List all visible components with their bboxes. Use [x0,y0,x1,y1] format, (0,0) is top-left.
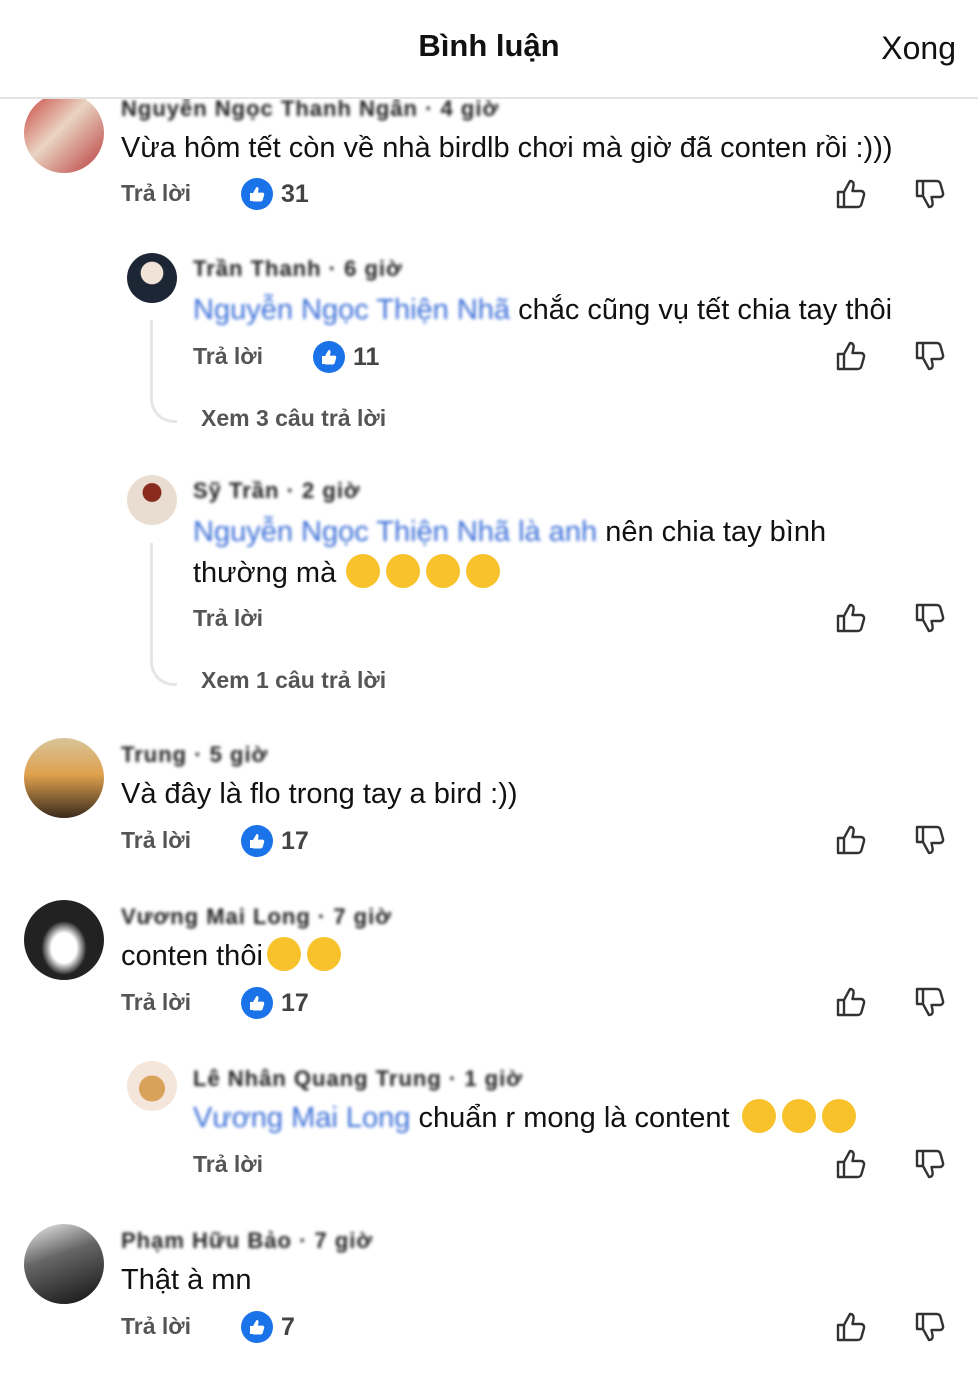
avatar[interactable] [127,253,177,303]
thumbs-up-icon[interactable] [834,1147,868,1181]
commenter-name[interactable]: Trần Thanh · 6 giờ [193,256,403,282]
comment-text: Vương Mai Long chuẩn r mong là content [193,1098,856,1139]
avatar[interactable] [127,475,177,525]
thumbs-down-icon[interactable] [913,1147,947,1181]
comment-text: Và đây là flo trong tay a bird :)) [121,778,518,810]
comment-text: Nguyễn Ngọc Thiện Nhã chắc cũng vụ tết c… [193,294,893,326]
thumbs-up-icon[interactable] [834,339,868,373]
reply-button[interactable]: Trả lời [121,1313,191,1340]
like-icon [241,1311,273,1343]
like-count[interactable]: 17 [241,986,309,1020]
like-icon [241,987,273,1019]
thumbs-up-icon[interactable] [834,601,868,635]
crying-emoji-icon [741,1099,776,1133]
mention-link[interactable]: Nguyễn Ngọc Thiện Nhã là anh [193,516,605,548]
done-button[interactable]: Xong [881,30,956,67]
thumbs-up-icon[interactable] [834,823,868,857]
thumbs-down-icon[interactable] [913,177,947,211]
reply-button[interactable]: Trả lời [193,1151,263,1178]
like-count[interactable]: 11 [313,340,379,374]
like-count[interactable]: 7 [241,1310,295,1344]
thread-line [150,543,177,686]
thumbs-down-icon[interactable] [913,823,947,857]
like-count[interactable]: 31 [241,177,309,211]
avatar[interactable] [24,738,104,818]
thumbs-up-icon[interactable] [834,1310,868,1344]
thumbs-down-icon[interactable] [913,985,947,1019]
reply-button[interactable]: Trả lời [121,989,191,1016]
avatar[interactable] [127,1061,177,1111]
reply-button[interactable]: Trả lời [121,180,191,207]
like-icon [241,825,273,857]
header-bar: Bình luận Xong [0,0,978,99]
comment-text: Thật à mn [121,1264,252,1296]
comment-text: Vừa hôm tết còn về nhà birdlb chơi mà gi… [121,132,893,164]
thumbs-down-icon[interactable] [913,601,947,635]
commenter-name[interactable]: Nguyễn Ngọc Thanh Ngân · 4 giờ [121,96,499,122]
thumbs-down-icon[interactable] [913,1310,947,1344]
view-replies-link[interactable]: Xem 1 câu trả lời [201,667,386,694]
hand-over-mouth-emoji-icon [466,554,501,588]
hand-over-mouth-emoji-icon [386,554,421,588]
like-icon [313,341,345,373]
grinning-emoji-icon [306,937,341,971]
thumbs-up-icon[interactable] [834,985,868,1019]
thread-line [150,320,177,423]
comment-text: conten thôi [121,936,341,977]
reply-button[interactable]: Trả lời [193,343,263,370]
crying-emoji-icon [781,1099,816,1133]
page-title: Bình luận [418,28,560,63]
commenter-name[interactable]: Trung · 5 giờ [121,742,268,768]
avatar[interactable] [24,93,104,173]
view-replies-link[interactable]: Xem 3 câu trả lời [201,405,386,432]
commenter-name[interactable]: Lê Nhân Quang Trung · 1 giờ [193,1066,523,1092]
thumbs-up-icon[interactable] [834,177,868,211]
commenter-name[interactable]: Vương Mai Long · 7 giờ [121,904,392,930]
mention-link[interactable]: Nguyễn Ngọc Thiện Nhã [193,294,510,326]
like-count[interactable]: 17 [241,824,309,858]
reply-button[interactable]: Trả lời [193,605,263,632]
like-icon [241,178,273,210]
comment-text: Nguyễn Ngọc Thiện Nhã là anh nên chia ta… [193,516,827,589]
commenter-name[interactable]: Sỹ Trần · 2 giờ [193,478,361,504]
avatar[interactable] [24,900,104,980]
thumbs-down-icon[interactable] [913,339,947,373]
avatar[interactable] [24,1224,104,1304]
reply-button[interactable]: Trả lời [121,827,191,854]
mention-link[interactable]: Vương Mai Long [193,1102,418,1134]
commenter-name[interactable]: Phạm Hữu Bảo · 7 giờ [121,1228,373,1254]
hand-over-mouth-emoji-icon [346,554,381,588]
crying-emoji-icon [821,1099,856,1133]
hand-over-mouth-emoji-icon [426,554,461,588]
grinning-emoji-icon [266,937,301,971]
